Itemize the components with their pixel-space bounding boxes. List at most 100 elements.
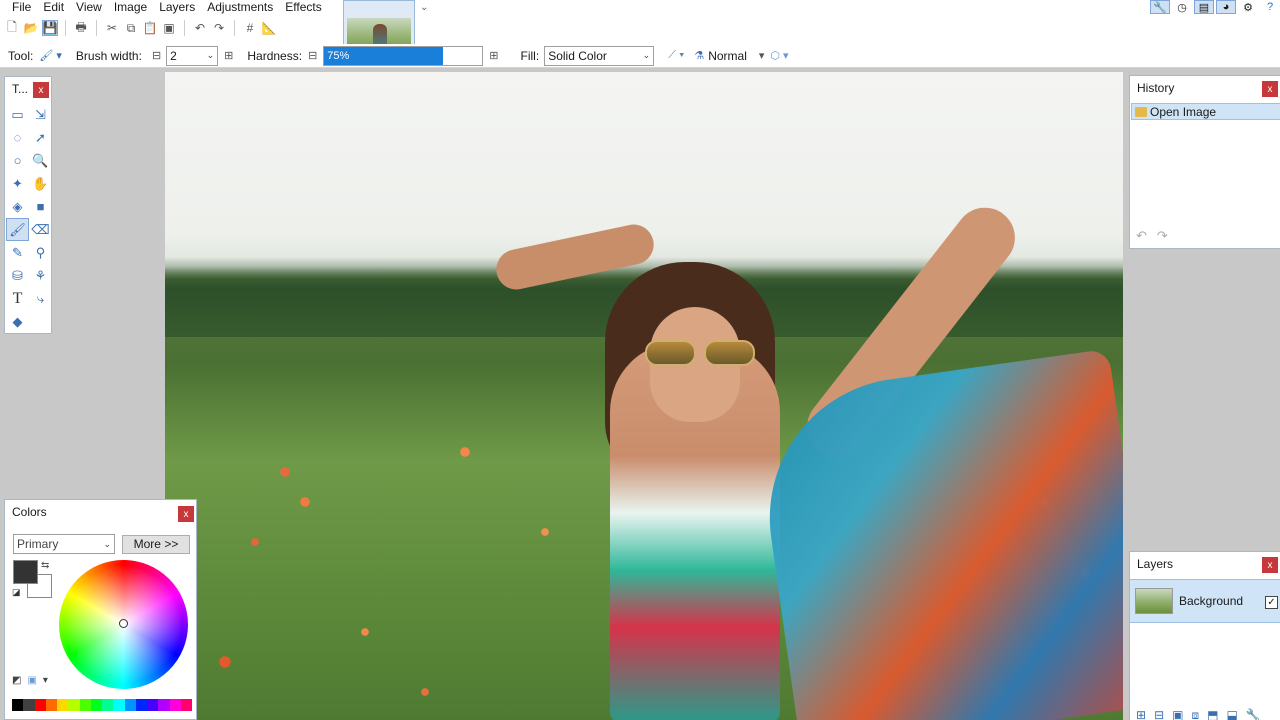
- move-selection-icon[interactable]: ➚: [29, 126, 52, 149]
- move-layer-up-icon[interactable]: ⬒: [1207, 708, 1218, 720]
- menu-bar: File Edit View Image Layers Adjustments …: [0, 0, 1280, 14]
- history-window-toggle-icon[interactable]: ◷: [1172, 0, 1192, 14]
- palette-controls: ◩ ▣ ▾: [12, 675, 48, 686]
- hardness-value: 75%: [327, 49, 350, 62]
- palette-dropdown-icon[interactable]: ▾: [43, 675, 48, 686]
- primary-color-swatch[interactable]: [13, 560, 38, 584]
- color-wheel-cursor[interactable]: [119, 619, 128, 628]
- fill-combo[interactable]: Solid Color ⌄: [544, 45, 655, 66]
- paint-bucket-icon[interactable]: ◈: [6, 195, 29, 218]
- rectangle-select-icon[interactable]: ▭: [6, 103, 29, 126]
- history-item[interactable]: Open Image: [1131, 103, 1280, 120]
- toolbar-separator: [184, 20, 185, 36]
- brush-width-decrease-icon[interactable]: ⊟: [152, 49, 161, 62]
- undo-icon[interactable]: ↶: [192, 20, 208, 36]
- swap-colors-icon[interactable]: ⇆: [41, 560, 49, 571]
- tab-dropdown-icon[interactable]: ⌄: [420, 2, 428, 13]
- menu-image[interactable]: Image: [108, 1, 153, 13]
- menu-view[interactable]: View: [70, 1, 108, 13]
- color-palette[interactable]: [12, 699, 192, 711]
- brush-width-label: Brush width:: [75, 48, 142, 63]
- copy-icon[interactable]: ⧉: [123, 20, 139, 36]
- tools-window-toggle-icon[interactable]: 🔧: [1150, 0, 1170, 14]
- color-wheel[interactable]: [59, 560, 188, 689]
- redo-icon[interactable]: ↷: [211, 20, 227, 36]
- recolor-icon[interactable]: ⚘: [29, 264, 52, 287]
- close-icon[interactable]: x: [33, 82, 49, 98]
- close-icon[interactable]: x: [178, 506, 194, 522]
- close-icon[interactable]: x: [1262, 557, 1278, 573]
- palette-menu-icon[interactable]: ▣: [27, 675, 36, 686]
- add-layer-icon[interactable]: ⊞: [1136, 708, 1146, 720]
- layer-row[interactable]: Background: [1130, 579, 1280, 623]
- blend-mode-dropdown-icon[interactable]: ▾: [759, 49, 765, 62]
- magic-wand-icon[interactable]: ✦: [6, 172, 29, 195]
- history-redo-icon[interactable]: ↷: [1157, 228, 1168, 244]
- layers-window-toggle-icon[interactable]: ▤: [1194, 0, 1214, 14]
- print-icon[interactable]: 🖶: [73, 20, 89, 36]
- lasso-select-icon[interactable]: ◌: [6, 126, 29, 149]
- chevron-down-icon: ⌄: [206, 50, 215, 60]
- text-icon[interactable]: T: [6, 287, 29, 310]
- blend-mode-value[interactable]: Normal: [708, 49, 747, 63]
- settings-gear-icon[interactable]: ⚙: [1238, 0, 1258, 14]
- duplicate-layer-icon[interactable]: ▣: [1172, 708, 1183, 720]
- tools-panel-header: T... x: [5, 77, 51, 101]
- move-selected-icon[interactable]: ⇲: [29, 103, 52, 126]
- layer-properties-icon[interactable]: 🔧: [1246, 708, 1261, 720]
- menu-effects[interactable]: Effects: [279, 1, 327, 13]
- reset-colors-icon[interactable]: ◪: [12, 587, 21, 598]
- pencil-icon[interactable]: ✎: [6, 241, 29, 264]
- menu-layers[interactable]: Layers: [153, 1, 201, 13]
- colors-window-toggle-icon[interactable]: ◕: [1216, 0, 1236, 14]
- merge-layer-icon[interactable]: ⧈: [1191, 708, 1199, 720]
- close-icon[interactable]: x: [1262, 81, 1278, 97]
- antialiasing-icon[interactable]: ⟋ ▾: [668, 49, 684, 62]
- zoom-icon[interactable]: 🔍: [29, 149, 52, 172]
- shapes-icon[interactable]: ◆: [6, 310, 29, 333]
- clone-stamp-icon[interactable]: ⛁: [6, 264, 29, 287]
- menu-file[interactable]: File: [0, 1, 37, 13]
- help-icon[interactable]: ?: [1260, 0, 1280, 14]
- cut-icon[interactable]: ✂: [104, 20, 120, 36]
- menu-edit[interactable]: Edit: [37, 1, 70, 13]
- grid-icon[interactable]: #: [242, 20, 258, 36]
- gradient-icon[interactable]: ■: [29, 195, 52, 218]
- ruler-icon[interactable]: 📐: [261, 20, 277, 36]
- brush-width-increase-icon[interactable]: ⊞: [224, 49, 233, 62]
- delete-layer-icon[interactable]: ⊟: [1154, 708, 1164, 720]
- image-canvas[interactable]: [165, 72, 1123, 720]
- paintbrush-icon[interactable]: 🖌: [6, 218, 29, 241]
- layer-visibility-checkbox[interactable]: ✓: [1265, 596, 1278, 609]
- chevron-down-icon: ⌄: [642, 50, 651, 60]
- crop-icon[interactable]: ▣: [161, 20, 177, 36]
- blend-mode-icon: ⚗: [694, 50, 705, 62]
- selection-mode-icon[interactable]: ⬡ ▾: [770, 49, 788, 62]
- pan-hand-icon[interactable]: ✋: [29, 172, 52, 195]
- colors-panel-header: Colors x: [5, 500, 196, 524]
- layer-toolbar: ⊞ ⊟ ▣ ⧈ ⬒ ⬓ 🔧: [1136, 708, 1261, 720]
- history-item-label: Open Image: [1150, 104, 1217, 119]
- line-curve-icon[interactable]: ⤷: [29, 287, 52, 310]
- ellipse-select-icon[interactable]: ○: [6, 149, 29, 172]
- save-icon[interactable]: 💾: [42, 20, 58, 36]
- more-colors-button[interactable]: More >>: [122, 534, 190, 554]
- palette-swatch-icon[interactable]: ◩: [12, 675, 21, 686]
- color-picker-icon[interactable]: ⚲: [29, 241, 52, 264]
- history-undo-icon[interactable]: ↶: [1136, 228, 1147, 244]
- color-mode-select[interactable]: Primary ⌄: [13, 534, 115, 554]
- menu-adjustments[interactable]: Adjustments: [201, 1, 279, 13]
- new-file-icon[interactable]: 🗋: [4, 20, 20, 36]
- toolbar-separator: [234, 20, 235, 36]
- eraser-icon[interactable]: ⌫: [29, 218, 52, 241]
- brush-width-combo[interactable]: 2 ⌄: [166, 45, 219, 66]
- toolbar-separator: [96, 20, 97, 36]
- hardness-slider[interactable]: 75%: [323, 45, 484, 66]
- hardness-decrease-icon[interactable]: ⊟: [308, 49, 317, 62]
- layer-thumbnail: [1135, 588, 1173, 614]
- hardness-increase-icon[interactable]: ⊞: [489, 49, 498, 62]
- open-folder-icon[interactable]: 📂: [23, 20, 39, 36]
- move-layer-down-icon[interactable]: ⬓: [1226, 708, 1237, 720]
- paste-icon[interactable]: 📋: [142, 20, 158, 36]
- paintbrush-tool-icon[interactable]: 🖌 ▾: [39, 49, 62, 62]
